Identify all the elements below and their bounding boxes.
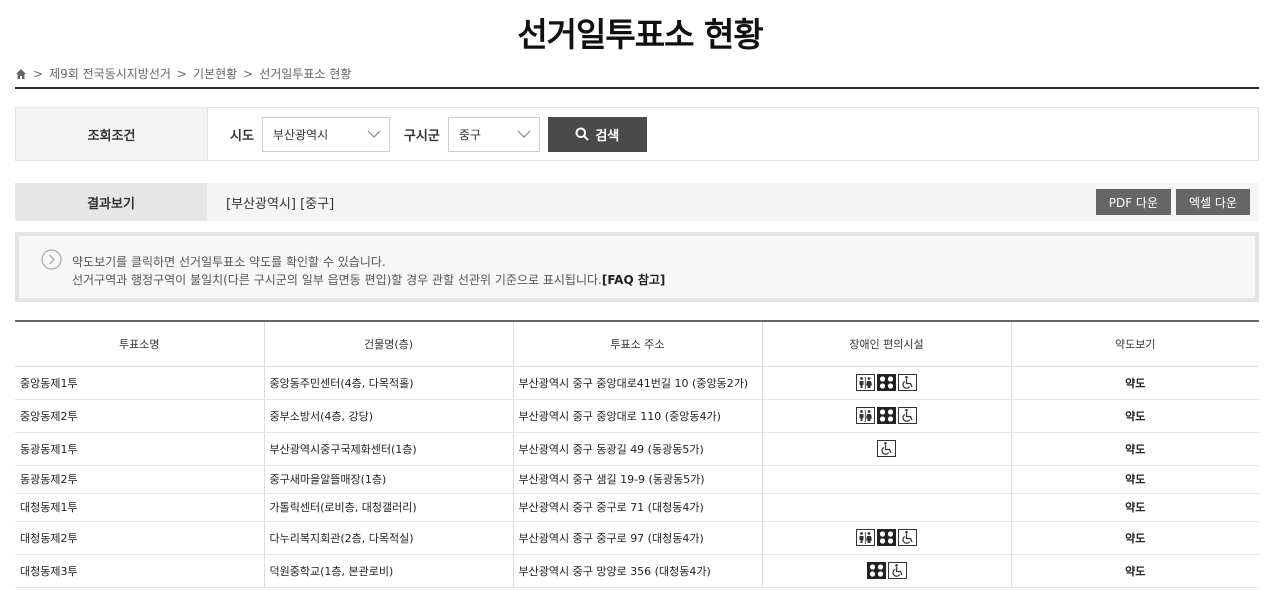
map-link[interactable]: 약도: [1010, 521, 1259, 555]
restroom-icon: [856, 407, 875, 424]
header-station-name: 투표소명: [15, 320, 264, 367]
breadcrumb: > 제9회 전국동시지방선거 > 기본현황 > 선거일투표소 현황: [15, 65, 351, 82]
page-title: 선거일투표소 현황: [517, 15, 763, 54]
table-row: 대청동제1투 가톨릭센터(로비층, 대청갤러리) 부산광역시 중구 중구로 71 (…: [15, 493, 1259, 522]
address-cell: 부산광역시 중구 중앙대로41번길 10 (중앙동2가): [512, 366, 762, 400]
title-divider: [15, 87, 1259, 89]
wheelchair-icon: [898, 374, 917, 391]
chevron-right-circle-icon: [41, 249, 62, 270]
polling-station-table: 투표소명 건물명(층) 투표소 주소 장애인 편의시설 약도보기 중앙동제1투 중…: [15, 320, 1259, 588]
chevron-down-icon: [367, 130, 381, 138]
breadcrumb-separator: >: [243, 66, 254, 81]
facilities-cell: [761, 554, 1011, 588]
notice-box: 약도보기를 클릭하면 선거일투표소 약도를 확인할 수 있습니다. 선거구역과 …: [15, 232, 1259, 302]
home-icon[interactable]: [15, 68, 27, 80]
restroom-icon: [856, 374, 875, 391]
map-link[interactable]: 약도: [1010, 366, 1259, 400]
braille-block-icon: [877, 529, 896, 546]
station-name-cell: 동광동제1투: [15, 432, 264, 466]
address-cell: 부산광역시 중구 샘길 19-9 (동광동5가): [512, 465, 762, 494]
header-building: 건물명(층): [263, 320, 513, 367]
building-cell: 중구새마을알뜰매장(1층): [263, 465, 513, 494]
station-name-cell: 중앙동제2투: [15, 399, 264, 433]
wheelchair-icon: [877, 440, 896, 457]
result-summary: [부산광역시] [중구]: [226, 196, 335, 212]
header-address: 투표소 주소: [512, 320, 762, 367]
search-button[interactable]: 검색: [547, 116, 647, 152]
address-cell: 부산광역시 중구 중구로 71 (대청동4가): [512, 493, 762, 522]
sido-select-value: 부산광역시: [272, 127, 329, 142]
facilities-cell: [761, 432, 1011, 466]
wheelchair-icon: [898, 529, 917, 546]
sigungu-label: 구시군: [403, 128, 440, 144]
notice-line-2-text: 선거구역과 행정구역이 불일치(다른 구시군의 일부 읍면동 편입)할 경우 관…: [72, 273, 602, 287]
braille-block-icon: [877, 407, 896, 424]
map-link[interactable]: 약도: [1010, 493, 1259, 522]
breadcrumb-separator: >: [176, 66, 187, 81]
station-name-cell: 중앙동제1투: [15, 366, 264, 400]
table-header-row: 투표소명 건물명(층) 투표소 주소 장애인 편의시설 약도보기: [15, 320, 1259, 367]
facilities-cell: [761, 521, 1011, 555]
building-cell: 중부소방서(4층, 강당): [263, 399, 513, 433]
header-map: 약도보기: [1010, 320, 1259, 367]
table-row: 동광동제1투 부산광역시중구국제화센터(1층) 부산광역시 중구 동광길 49 (동…: [15, 432, 1259, 466]
pdf-download-button[interactable]: PDF 다운: [1095, 189, 1172, 215]
sigungu-select[interactable]: 중구: [447, 116, 540, 152]
braille-block-icon: [877, 374, 896, 391]
facilities-cell: [761, 399, 1011, 433]
notice-line-2: 선거구역과 행정구역이 불일치(다른 구시군의 일부 읍면동 편입)할 경우 관…: [72, 271, 665, 289]
breadcrumb-election[interactable]: 제9회 전국동시지방선거: [49, 65, 171, 82]
search-condition-label: 조회조건: [16, 108, 208, 160]
table-row: 대청동제2투 다누리복지회관(2층, 다목적실) 부산광역시 중구 중구로 97 (…: [15, 521, 1259, 555]
table-row: 동광동제2투 중구새마을알뜰매장(1층) 부산광역시 중구 샘길 19-9 (동광동…: [15, 465, 1259, 494]
result-label: 결과보기: [15, 183, 207, 221]
address-cell: 부산광역시 중구 망양로 356 (대청동4가): [512, 554, 762, 588]
restroom-icon: [856, 529, 875, 546]
station-name-cell: 대청동제3투: [15, 554, 264, 588]
result-bar: 결과보기 [부산광역시] [중구] PDF 다운 엑셀 다운: [15, 183, 1259, 221]
station-name-cell: 대청동제2투: [15, 521, 264, 555]
facilities-cell: [761, 366, 1011, 400]
address-cell: 부산광역시 중구 중앙대로 110 (중앙동4가): [512, 399, 762, 433]
notice-line-1: 약도보기를 클릭하면 선거일투표소 약도를 확인할 수 있습니다.: [72, 255, 386, 269]
station-name-cell: 동광동제2투: [15, 465, 264, 494]
building-cell: 중앙동주민센터(4층, 다목적홀): [263, 366, 513, 400]
building-cell: 가톨릭센터(로비층, 대청갤러리): [263, 493, 513, 522]
map-link[interactable]: 약도: [1010, 465, 1259, 494]
building-cell: 부산광역시중구국제화센터(1층): [263, 432, 513, 466]
table-row: 중앙동제2투 중부소방서(4층, 강당) 부산광역시 중구 중앙대로 110 (중앙…: [15, 399, 1259, 433]
map-link[interactable]: 약도: [1010, 399, 1259, 433]
building-cell: 다누리복지회관(2층, 다목적실): [263, 521, 513, 555]
breadcrumb-separator: >: [33, 66, 44, 81]
chevron-down-icon: [517, 130, 531, 138]
sigungu-select-value: 중구: [458, 127, 481, 142]
address-cell: 부산광역시 중구 동광길 49 (동광동5가): [512, 432, 762, 466]
excel-download-button[interactable]: 엑셀 다운: [1176, 189, 1250, 215]
search-icon: [575, 127, 590, 141]
address-cell: 부산광역시 중구 중구로 97 (대청동4가): [512, 521, 762, 555]
breadcrumb-basic-status[interactable]: 기본현황: [193, 65, 237, 82]
table-row: 중앙동제1투 중앙동주민센터(4층, 다목적홀) 부산광역시 중구 중앙대로41번길…: [15, 366, 1259, 400]
search-button-label: 검색: [595, 128, 620, 144]
braille-block-icon: [866, 562, 886, 579]
station-name-cell: 대청동제1투: [15, 493, 264, 522]
facilities-cell: [761, 465, 1011, 494]
facilities-cell: [761, 493, 1011, 522]
sido-select[interactable]: 부산광역시: [261, 116, 390, 152]
sido-label: 시도: [230, 128, 254, 144]
breadcrumb-current-page[interactable]: 선거일투표소 현황: [259, 65, 351, 82]
map-link[interactable]: 약도: [1010, 432, 1259, 466]
wheelchair-icon: [898, 407, 917, 424]
table-row: 대청동제3투 덕원중학교(1층, 본관로비) 부산광역시 중구 망양로 356 (대…: [15, 554, 1259, 588]
map-link[interactable]: 약도: [1010, 554, 1259, 588]
building-cell: 덕원중학교(1층, 본관로비): [263, 554, 513, 588]
wheelchair-icon: [887, 562, 907, 579]
faq-link[interactable]: [FAQ 참고]: [602, 273, 666, 287]
header-facilities: 장애인 편의시설: [761, 320, 1011, 367]
search-panel: 조회조건 시도 부산광역시 구시군 중구 검색: [15, 107, 1259, 161]
